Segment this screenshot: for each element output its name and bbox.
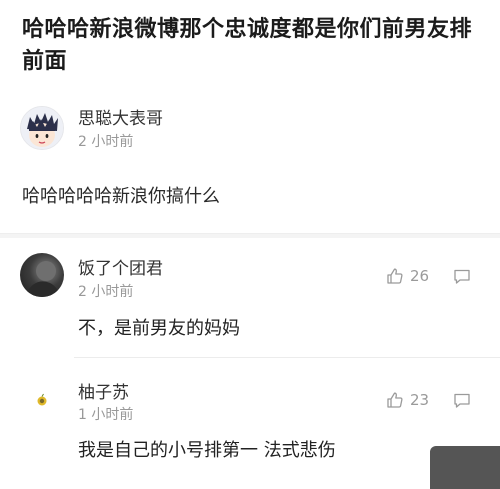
like-count: 23: [410, 391, 430, 409]
comment-author-avatar[interactable]: [20, 253, 64, 297]
comment-author-avatar[interactable]: [24, 380, 60, 416]
comment-bubble-icon: [454, 393, 470, 408]
like-button[interactable]: 26: [386, 267, 429, 285]
comment-divider: [74, 357, 500, 358]
post-page: 哈哈哈新浪微博那个忠诚度都是你们前男友排前面 思聪大表哥 2 小时前 哈哈哈哈哈…: [0, 0, 500, 489]
post-author-avatar[interactable]: [20, 106, 64, 150]
cartoon-avatar-icon: [21, 107, 63, 149]
comment-bubble-icon: [454, 269, 470, 284]
comment-timestamp: 1 小时前: [78, 407, 134, 423]
thumbs-up-icon: [387, 392, 403, 408]
post-author-name[interactable]: 思聪大表哥: [78, 104, 163, 129]
comment-author-name[interactable]: 饭了个团君: [78, 254, 163, 279]
watermark-badge: [430, 446, 500, 489]
post-timestamp: 2 小时前: [78, 134, 134, 150]
page-title: 哈哈哈新浪微博那个忠诚度都是你们前男友排前面: [22, 17, 473, 74]
comment-body: 不，是前男友的妈妈: [78, 318, 240, 339]
comment-timestamp: 2 小时前: [78, 284, 134, 300]
like-count: 26: [410, 267, 430, 285]
reply-button[interactable]: [453, 268, 471, 285]
post-body: 哈哈哈哈哈新浪你搞什么: [22, 186, 220, 207]
comment-body: 我是自己的小号排第一 法式悲伤: [78, 440, 336, 461]
citrus-avatar-icon: [37, 393, 47, 406]
thumbs-up-icon: [387, 268, 403, 284]
reply-button[interactable]: [453, 392, 471, 409]
section-divider: [0, 233, 500, 238]
like-button[interactable]: 23: [386, 391, 429, 409]
photo-avatar-icon: [24, 261, 60, 297]
comment-author-name[interactable]: 柚子苏: [78, 378, 129, 403]
